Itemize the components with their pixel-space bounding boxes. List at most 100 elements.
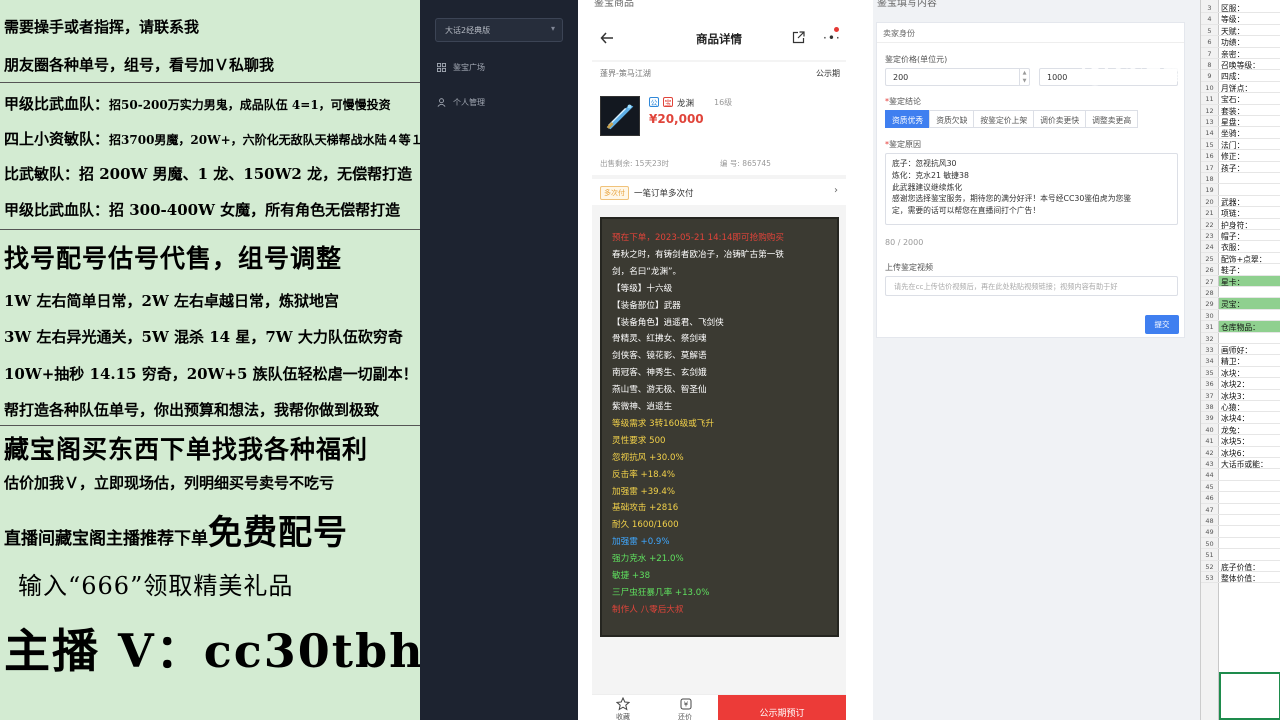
verdict-option[interactable]: 资质欠缺 [929,110,975,128]
preorder-button[interactable]: 公示期预订 [718,695,846,720]
sheet-row[interactable]: 35 冰块： [1201,367,1280,379]
sheet-row[interactable]: 12 套装： [1201,105,1280,116]
sheet-row[interactable]: 17 孩子： [1201,162,1280,173]
sheet-row[interactable]: 15 法门： [1201,139,1280,151]
sheet-row[interactable]: 21 项链： [1201,207,1280,219]
sheet-row[interactable]: 22 护身符： [1201,219,1280,230]
sheet-row[interactable]: 29 灵宝： [1201,298,1280,310]
row-number: 44 [1205,471,1214,480]
sheet-row[interactable]: 32 [1201,333,1280,344]
promo-line: 甲级比武血队：招50-200万实力男鬼，成品队伍 4=1，可慢慢投资 [4,95,391,113]
submit-button[interactable]: 提交 [1145,315,1179,334]
cell-value: 孩子： [1221,163,1245,173]
reason-line: 定，需要的话可以帮您在直播间打个广告！ [892,206,1041,216]
sheet-row[interactable]: 47 [1201,504,1280,515]
sidebar-item-plaza[interactable]: 鉴宝广场 [437,62,485,73]
sheet-row[interactable]: 26 鞋子： [1201,264,1280,276]
reason-textarea[interactable]: 底子：忽视抗风30 炼化：克水21 敏捷38 此武器建议继续炼化 感谢您选择鉴宝服务，… [885,153,1178,225]
star-icon[interactable] [616,697,630,711]
reason-line: 感谢您选择鉴宝服务，期待您的满分好评！本号经CC30鉴伯虎为您鉴 [892,194,1132,204]
sheet-row[interactable]: 30 [1201,310,1280,322]
verdict-option[interactable]: 调整卖更高 [1085,110,1139,128]
sheet-row[interactable]: 46 [1201,492,1280,504]
reason-line: 此武器建议继续炼化 [892,182,963,192]
sheet-row[interactable]: 33 画师好： [1201,344,1280,356]
stepper-icon[interactable]: ▲ ▼ [1019,69,1029,85]
reason-label: *鉴定原因 [885,140,921,149]
sheet-row[interactable]: 44 [1201,469,1280,481]
selected-cell[interactable] [1219,672,1280,720]
sheet-row[interactable]: 39 冰块4： [1201,412,1280,424]
sheet-row[interactable]: 28 [1201,287,1280,299]
game-select[interactable]: 大话2经典版 ▾ [435,18,563,42]
promo-line: 输入“666”领取精美礼品 [18,572,294,600]
sidebar-item-personal[interactable]: 个人管理 [437,97,485,108]
sheet-row[interactable]: 25 配饰+点翠： [1201,253,1280,265]
sheet-row[interactable]: 53 整体价值： [1201,572,1280,584]
sheet-row[interactable]: 11 宝石： [1201,93,1280,105]
sheet-row[interactable]: 36 冰块2： [1201,378,1280,390]
more-icon[interactable]: ·•· [823,31,841,45]
sheet-row[interactable]: 10 月饼点： [1201,82,1280,94]
sheet-row[interactable]: 31 仓库物品： [1201,321,1280,333]
sheet-row[interactable]: 41 冰块5： [1201,435,1280,447]
sheet-row[interactable]: 37 冰块3： [1201,390,1280,401]
share-icon[interactable] [792,31,805,44]
sheet-row[interactable]: 16 修正： [1201,150,1280,162]
sheet-row[interactable]: 52 底子价值： [1201,561,1280,572]
cell-value: 冰块6： [1221,448,1250,458]
sheet-row[interactable]: 27 星卡： [1201,276,1280,287]
row-number: 32 [1205,334,1214,343]
installment-row[interactable]: 多次付 一笔订单多次付 › [592,179,846,205]
description-line: 加强雷 +39.4% [612,486,676,497]
sheet-row[interactable]: 43 大话币或能： [1201,458,1280,470]
sheet-row[interactable]: 9 四成： [1201,70,1280,82]
promo-line: 比武敏队：招 200W 男魔、1 龙、150W2 龙，无偿帮打造 [4,165,413,183]
sheet-row[interactable]: 3 区服： [1201,2,1280,14]
cell-value: 功绩： [1221,38,1245,48]
verdict-option[interactable]: 按鉴定价上架 [973,110,1035,128]
sheet-row[interactable]: 45 [1201,481,1280,493]
verdict-option[interactable]: 调价卖更快 [1033,110,1087,128]
sheet-row[interactable]: 6 功绩： [1201,36,1280,48]
sheet-row[interactable]: 13 星盘： [1201,116,1280,128]
bargain-icon[interactable]: ¥ [680,698,692,710]
sheet-row[interactable]: 14 坐骑： [1201,127,1280,139]
verdict-option[interactable]: 资质优秀 [885,110,931,128]
sheet-row[interactable]: 23 帽子： [1201,230,1280,242]
sheet-row[interactable]: 4 等级： [1201,13,1280,25]
row-number: 42 [1205,448,1214,457]
sheet-row[interactable]: 51 [1201,549,1280,561]
cell-value: 画师好： [1221,346,1253,355]
panel-title: 鉴宝填写内容 [877,0,937,9]
sheet-row[interactable]: 48 [1201,515,1280,527]
sheet-row[interactable]: 49 [1201,526,1280,538]
sheet-row[interactable]: 38 心猿： [1201,401,1280,413]
panel-title: 鉴宝商品 [594,0,634,9]
sheet-row[interactable]: 5 天赋： [1201,25,1280,37]
description-line: 紫微神、逍遥生 [612,402,673,412]
sheet-row[interactable]: 50 [1201,538,1280,550]
sheet-row[interactable]: 42 冰块6： [1201,447,1280,458]
sheet-row[interactable]: 20 武器： [1201,196,1280,208]
weapon-thumbnail[interactable] [600,96,640,136]
promo-line: 帮打造各种队伍单号，你出预算和想法，我帮你做到极致 [4,401,380,419]
sheet-row[interactable]: 8 召唤等级： [1201,59,1280,71]
detail-navbar: 商品详情 ·•· [592,14,846,60]
sheet-row[interactable]: 18 [1201,173,1280,185]
bargain-label: 还价 [678,713,692,720]
sheet-row[interactable]: 40 龙兔： [1201,424,1280,436]
row-number: 45 [1205,482,1214,491]
video-link-input[interactable]: 请先在cc上传估价视频后，再在此处粘贴视频链接；视频内容有助于好 [885,276,1178,296]
description-line: 骨精灵、红拂女、祭剑魂 [612,334,707,345]
sheet-row[interactable]: 24 衣服： [1201,241,1280,253]
sheet-row[interactable]: 7 亲密： [1201,48,1280,59]
cell-value: 配饰+点翠： [1221,254,1267,264]
row-number: 10 [1205,83,1214,92]
sheet-row[interactable]: 19 [1201,184,1280,196]
serial-number: 编 号: 865745 [720,159,771,168]
cell-value: 冰块： [1221,368,1245,378]
price-min-input[interactable]: 200 ▲ ▼ [885,68,1030,86]
sheet-row[interactable]: 34 精卫： [1201,355,1280,367]
row-number: 13 [1205,118,1214,126]
